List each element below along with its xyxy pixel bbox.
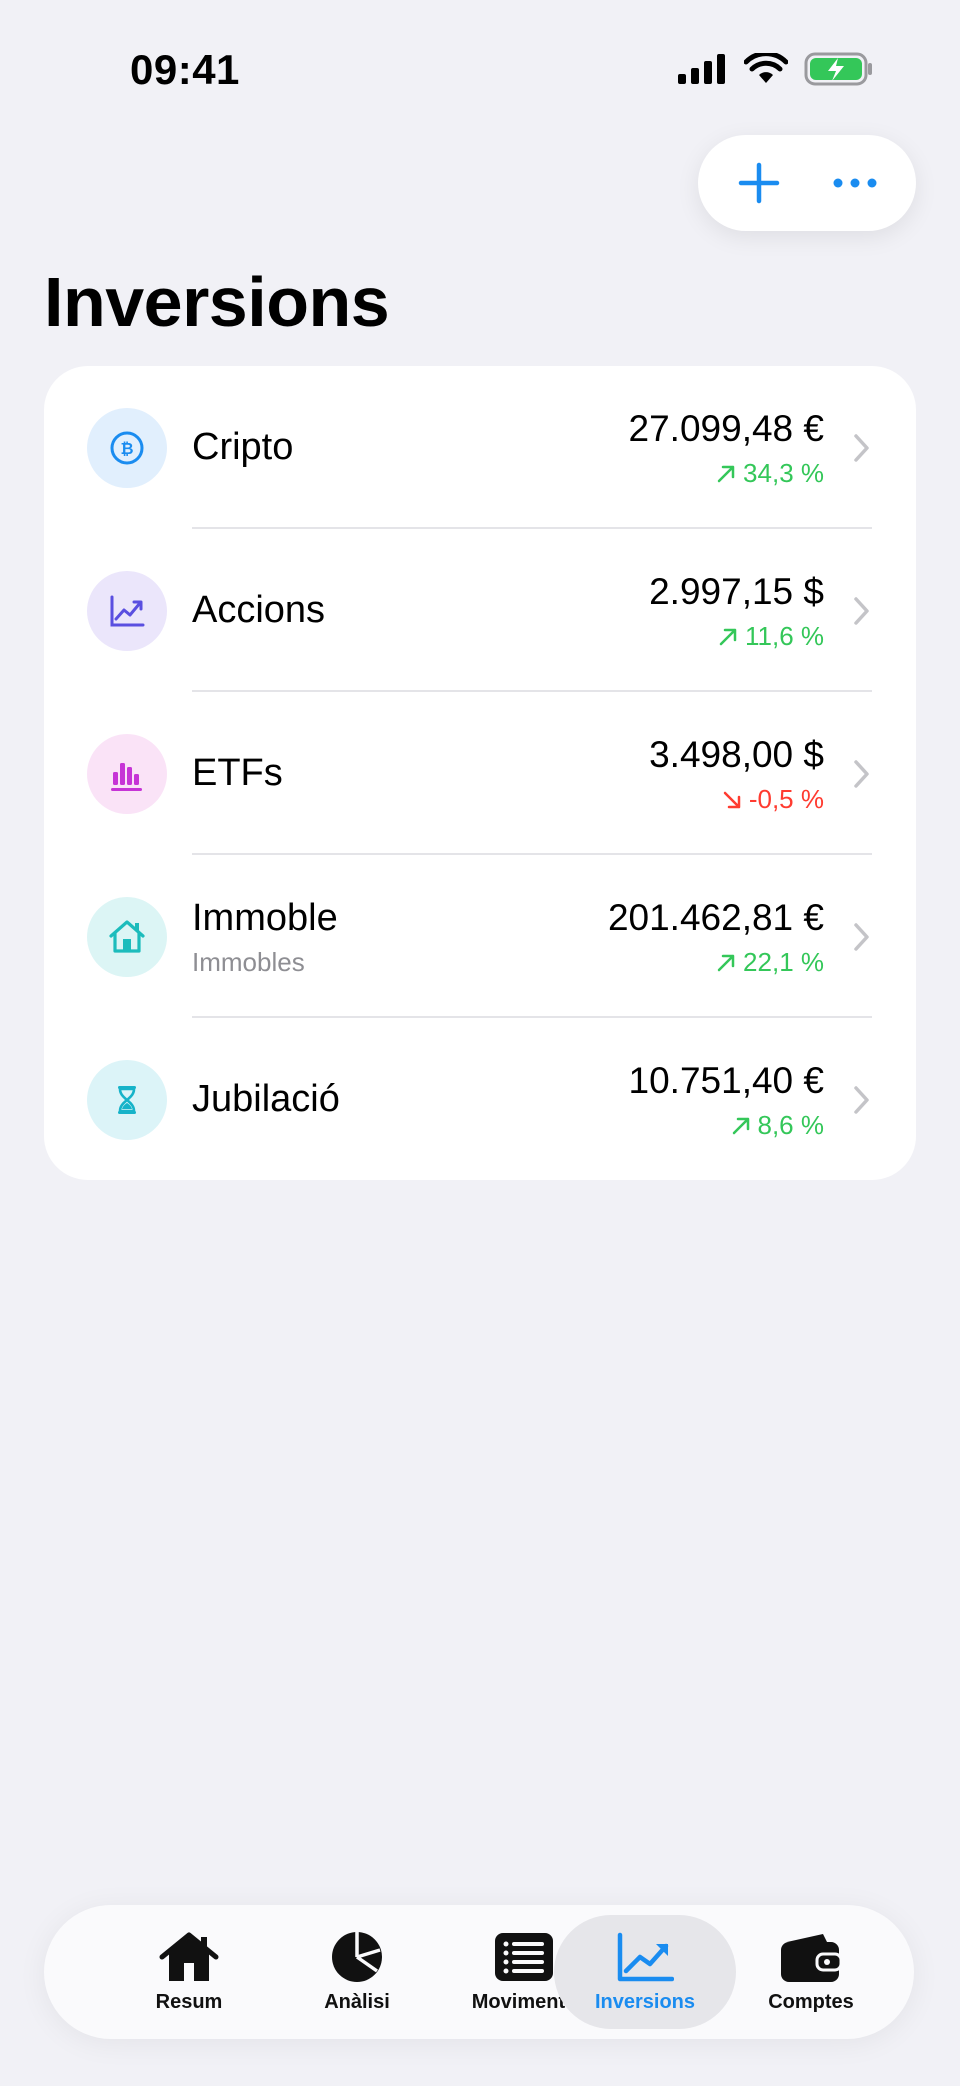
account-name: ETFs (192, 752, 283, 794)
list-item-accions[interactable]: Accions 2.997,15 $ 11,6 % (44, 529, 916, 692)
account-value: 3.498,00 $ (649, 734, 824, 775)
chevron-right-icon (854, 760, 869, 788)
list-item-cripto[interactable]: ₿ Cripto 27.099,48 € 34,3 % (44, 366, 916, 529)
status-time: 09:41 (130, 46, 240, 93)
status-icons (678, 52, 874, 86)
list-item-jubilacio[interactable]: Jubilació 10.751,40 € 8,6 % (44, 1018, 916, 1180)
arrow-up-right-icon (717, 465, 735, 482)
toolbar (698, 135, 916, 231)
tab-label: Resum (155, 1991, 223, 2013)
account-value: 10.751,40 € (628, 1060, 824, 1101)
arrow-down-right-icon (723, 791, 741, 808)
account-name: Accions (192, 589, 326, 631)
account-change: 34,3 % (715, 458, 824, 489)
arrow-up-right-icon (732, 1117, 749, 1134)
account-name: Cripto (192, 426, 294, 468)
hourglass-icon (87, 1060, 167, 1140)
arrow-up-right-icon (719, 628, 737, 645)
page-title: Inversions (44, 263, 390, 341)
tab-label: Anàlisi (324, 1991, 390, 2013)
change-percent: 11,6 % (744, 621, 824, 651)
trend-chart-icon (616, 1929, 674, 1985)
change-percent: 22,1 % (743, 947, 824, 977)
pie-chart-icon (330, 1929, 384, 1985)
add-button[interactable] (724, 148, 794, 218)
tab-resum[interactable]: Resum (105, 1915, 273, 2029)
account-name: Immoble (192, 897, 338, 939)
battery-charging-icon (804, 52, 872, 86)
wallet-icon (781, 1929, 841, 1985)
arrow-up-right-icon (717, 954, 735, 971)
account-change: 22,1 % (715, 947, 824, 978)
account-change: 8,6 % (730, 1110, 825, 1141)
tab-inversions[interactable]: Inversions (554, 1915, 736, 2029)
tab-label: Inversions (594, 1991, 696, 2013)
account-subtitle: Immobles (192, 947, 305, 977)
account-change: -0,5 % (721, 784, 824, 815)
account-value: 201.462,81 € (607, 897, 824, 938)
house-icon (87, 897, 167, 977)
more-button[interactable] (820, 148, 890, 218)
chevron-right-icon (854, 923, 869, 951)
account-name: Jubilació (192, 1078, 340, 1120)
wifi-icon (744, 53, 788, 83)
account-value: 27.099,48 € (628, 408, 824, 449)
line-chart-icon (87, 571, 167, 651)
list-icon (495, 1929, 553, 1985)
tab-label: Comptes (768, 1991, 854, 2013)
account-value: 2.997,15 $ (649, 571, 824, 612)
svg-text:₿: ₿ (120, 439, 133, 458)
status-bar: 09:41 (0, 0, 960, 120)
cellular-signal-icon (678, 54, 725, 84)
account-change: 11,6 % (717, 621, 824, 652)
chevron-right-icon (854, 597, 869, 625)
tab-comptes[interactable]: Comptes (727, 1915, 895, 2029)
bitcoin-icon: ₿ (87, 408, 167, 488)
investments-list: ₿ Cripto 27.099,48 € 34,3 % Accions 2.99… (44, 366, 916, 1180)
change-percent: 8,6 % (757, 1110, 825, 1140)
chevron-right-icon (854, 1086, 869, 1114)
plus-icon (738, 162, 780, 204)
house-icon (158, 1929, 220, 1985)
tab-analisi[interactable]: Anàlisi (273, 1915, 441, 2029)
tab-bar: Resum Anàlisi Moviments Inversions Compt… (44, 1905, 914, 2039)
change-percent: 34,3 % (743, 458, 824, 488)
change-percent: -0,5 % (748, 784, 824, 814)
chevron-right-icon (854, 434, 869, 462)
bar-chart-icon (87, 734, 167, 814)
list-item-immoble[interactable]: Immoble Immobles 201.462,81 € 22,1 % (44, 855, 916, 1018)
list-item-etfs[interactable]: ETFs 3.498,00 $ -0,5 % (44, 692, 916, 855)
ellipsis-icon (833, 178, 877, 188)
